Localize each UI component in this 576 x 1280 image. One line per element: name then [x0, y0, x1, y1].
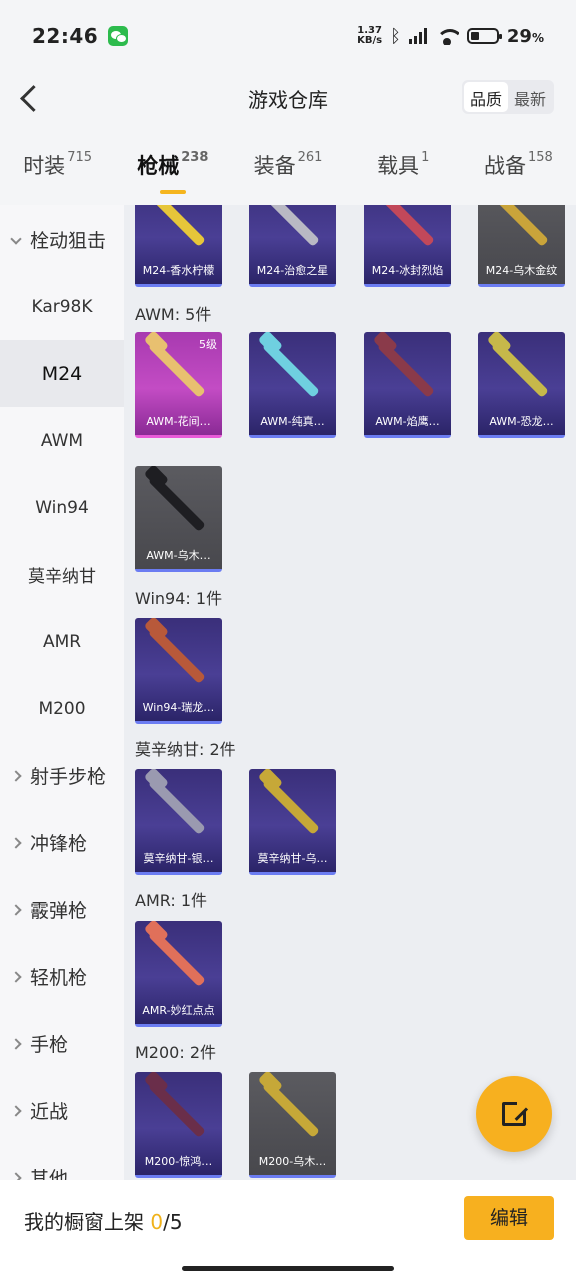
chevron-right-icon — [10, 970, 22, 983]
sidebar-item-m24[interactable]: M24 — [0, 340, 124, 407]
sidebar-group-bolt-action[interactable]: 栓动狙击 — [0, 205, 124, 273]
skin-card[interactable]: M24-乌木金纹 — [478, 205, 565, 287]
section-label-amr: AMR: 1件 — [135, 891, 208, 910]
rifle-icon — [147, 929, 206, 987]
sidebar-group-melee[interactable]: 近战 — [0, 1077, 124, 1144]
rifle-icon — [261, 340, 320, 398]
category-tabs: 时装 715 枪械 238 装备 261 载具 1 战备 158 — [0, 150, 576, 194]
chevron-right-icon — [10, 1104, 22, 1117]
rifle-icon — [147, 1080, 206, 1138]
showcase-label: 我的橱窗上架 0/5 — [24, 1210, 183, 1234]
skin-card[interactable]: AMR-妙红点点 — [135, 921, 222, 1027]
tab-fashion[interactable]: 时装 715 — [0, 150, 115, 194]
skin-card[interactable]: M24-治愈之星 — [249, 205, 336, 287]
skin-card[interactable]: M24-冰封烈焰 — [364, 205, 451, 287]
skin-card[interactable]: 莫辛纳甘-银… — [135, 769, 222, 875]
chevron-right-icon — [10, 1037, 22, 1050]
rifle-icon — [490, 205, 549, 247]
home-indicator — [182, 1266, 394, 1271]
edit-button[interactable]: 编辑 — [464, 1196, 554, 1240]
sidebar-group-smg[interactable]: 冲锋枪 — [0, 809, 124, 876]
skin-card[interactable]: AWM-纯真… — [249, 332, 336, 438]
sidebar-item-mosin[interactable]: 莫辛纳甘 — [0, 541, 124, 608]
sidebar-item-kar98k[interactable]: Kar98K — [0, 273, 124, 340]
sort-toggle: 品质 最新 — [461, 80, 554, 114]
sidebar-group-pistol[interactable]: 手枪 — [0, 1010, 124, 1077]
chevron-right-icon — [10, 903, 22, 916]
rifle-icon — [261, 205, 320, 247]
skin-card[interactable]: AWM-恐龙… — [478, 332, 565, 438]
tab-supplies[interactable]: 战备 158 — [461, 150, 576, 194]
rifle-icon — [147, 205, 206, 247]
skin-card[interactable]: 莫辛纳甘-乌… — [249, 769, 336, 875]
sidebar-group-lmg[interactable]: 轻机枪 — [0, 943, 124, 1010]
share-icon — [502, 1099, 529, 1126]
rifle-icon — [376, 340, 435, 398]
header: 游戏仓库 品质 最新 — [0, 72, 576, 124]
battery-icon — [466, 28, 502, 44]
wifi-icon — [435, 27, 459, 45]
skin-card[interactable]: AWM-乌木… — [135, 466, 222, 572]
rifle-icon — [147, 777, 206, 835]
chevron-right-icon — [10, 1171, 22, 1180]
chevron-down-icon — [10, 233, 22, 245]
chevron-right-icon — [10, 769, 22, 782]
sidebar-item-awm[interactable]: AWM — [0, 407, 124, 474]
rifle-icon — [261, 1080, 320, 1138]
skin-card[interactable]: Win94-瑞龙… — [135, 618, 222, 724]
chevron-right-icon — [10, 836, 22, 849]
section-label-win94: Win94: 1件 — [135, 589, 223, 608]
weapon-category-sidebar: 栓动狙击 Kar98K M24 AWM Win94 莫辛纳甘 AMR M200 … — [0, 205, 124, 1180]
rifle-icon — [147, 340, 206, 398]
sidebar-item-amr[interactable]: AMR — [0, 608, 124, 675]
tab-weapons[interactable]: 枪械 238 — [115, 150, 230, 194]
skin-card[interactable]: 5级 AWM-花间… — [135, 332, 222, 438]
share-button[interactable] — [476, 1076, 552, 1152]
sort-latest-button[interactable]: 最新 — [508, 82, 552, 112]
sidebar-item-m200[interactable]: M200 — [0, 675, 124, 742]
section-label-mosin: 莫辛纳甘: 2件 — [135, 740, 236, 759]
section-label-m200: M200: 2件 — [135, 1043, 217, 1062]
sidebar-group-shotgun[interactable]: 霰弹枪 — [0, 876, 124, 943]
rifle-icon — [147, 626, 206, 684]
sidebar-group-dmr[interactable]: 射手步枪 — [0, 742, 124, 809]
showcase-bar: 我的橱窗上架 0/5 编辑 — [0, 1180, 576, 1280]
rifle-icon — [490, 340, 549, 398]
skin-card[interactable]: M200-惊鸿… — [135, 1072, 222, 1178]
sidebar-group-other[interactable]: 其他 — [0, 1144, 124, 1180]
rifle-icon — [147, 474, 206, 532]
skin-card[interactable]: AWM-焰鹰… — [364, 332, 451, 438]
bluetooth-icon: ᛒ — [390, 25, 401, 47]
skin-card[interactable]: M24-香水柠檬 — [135, 205, 222, 287]
section-label-awm: AWM: 5件 — [135, 305, 212, 324]
rifle-icon — [261, 777, 320, 835]
weapon-skin-grid: M24-香水柠檬 M24-治愈之星 M24-冰封烈焰 M24-乌木金纹 AWM:… — [124, 205, 576, 1180]
rifle-icon — [376, 205, 435, 247]
clock: 22:46 — [32, 24, 99, 48]
status-bar: 22:46 1.37 KB/s ᛒ 29% — [0, 0, 576, 72]
sidebar-item-win94[interactable]: Win94 — [0, 474, 124, 541]
wechat-icon — [108, 26, 129, 46]
tab-vehicles[interactable]: 载具 1 — [346, 150, 461, 194]
sort-quality-button[interactable]: 品质 — [463, 82, 508, 112]
skin-card[interactable]: M200-乌木… — [249, 1072, 336, 1178]
signal-icon — [408, 28, 427, 44]
tab-equipment[interactable]: 装备 261 — [230, 150, 345, 194]
net-speed: 1.37 KB/s — [357, 25, 383, 46]
battery-percent: 29% — [506, 25, 544, 47]
